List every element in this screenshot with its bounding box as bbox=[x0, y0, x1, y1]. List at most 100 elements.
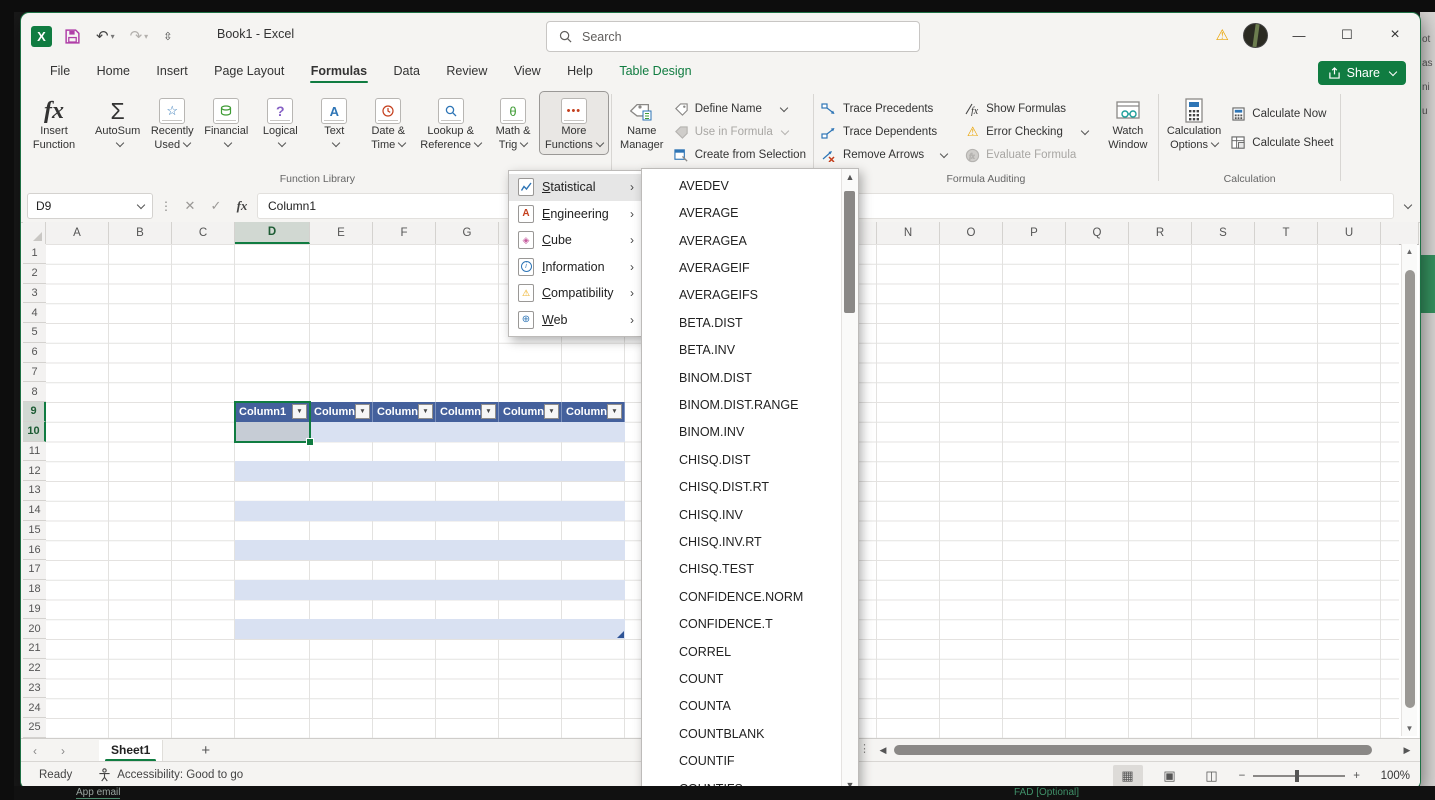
row-header-11[interactable]: 11 bbox=[23, 442, 46, 462]
column-header-F[interactable]: F bbox=[373, 222, 436, 244]
row-header-25[interactable]: 25 bbox=[23, 718, 46, 738]
calculate-now-button[interactable]: Calculate Now bbox=[1226, 104, 1337, 124]
table-header-column2[interactable]: Column2▼ bbox=[310, 402, 373, 422]
name-box[interactable]: D9 bbox=[27, 193, 153, 219]
row-header-21[interactable]: 21 bbox=[23, 639, 46, 659]
table-header-column3[interactable]: Column3▼ bbox=[373, 402, 436, 422]
filter-dropdown-button[interactable]: ▼ bbox=[355, 404, 370, 419]
horizontal-scroll-thumb[interactable] bbox=[894, 745, 1372, 755]
row-header-5[interactable]: 5 bbox=[23, 323, 46, 343]
tab-table-design[interactable]: Table Design bbox=[608, 59, 702, 85]
menu-scroll-thumb[interactable] bbox=[844, 191, 855, 313]
row-header-12[interactable]: 12 bbox=[23, 461, 46, 481]
scroll-up-arrow[interactable]: ▲ bbox=[1402, 244, 1417, 259]
column-header-N[interactable]: N bbox=[877, 222, 940, 244]
minimize-button[interactable]: — bbox=[1282, 21, 1316, 49]
excel-app-icon[interactable]: X bbox=[31, 26, 52, 47]
row-header-3[interactable]: 3 bbox=[23, 284, 46, 304]
add-sheet-button[interactable]: + bbox=[201, 742, 210, 759]
row-header-6[interactable]: 6 bbox=[23, 343, 46, 363]
calculation-options-button[interactable]: Calculation Options bbox=[1162, 92, 1226, 154]
accessibility-status[interactable]: Accessibility: Good to go bbox=[98, 768, 243, 782]
table-header-column4[interactable]: Column4▼ bbox=[436, 402, 499, 422]
function-item-binom.dist.range[interactable]: BINOM.DIST.RANGE bbox=[642, 391, 842, 418]
function-item-averageif[interactable]: AVERAGEIF bbox=[642, 254, 842, 281]
page-layout-view-button[interactable]: ▣ bbox=[1155, 765, 1185, 787]
vertical-scrollbar[interactable]: ▲ ▼ bbox=[1401, 244, 1417, 736]
customize-qat-button[interactable]: ⇳ bbox=[160, 28, 175, 45]
function-item-average[interactable]: AVERAGE bbox=[642, 199, 842, 226]
horizontal-scrollbar-splitter[interactable]: ⋮ bbox=[859, 742, 869, 755]
table-header-column6[interactable]: Column6▼ bbox=[562, 402, 625, 422]
insert-function-fx-button[interactable]: fx bbox=[231, 198, 253, 214]
menu-item-cube[interactable]: ◈ Cube› bbox=[509, 227, 641, 254]
date-time-button[interactable]: Date & Time bbox=[361, 92, 415, 154]
function-item-countif[interactable]: COUNTIF bbox=[642, 748, 842, 775]
trace-precedents-button[interactable]: Trace Precedents bbox=[817, 99, 951, 119]
row-header-24[interactable]: 24 bbox=[23, 698, 46, 718]
function-item-chisq.dist[interactable]: CHISQ.DIST bbox=[642, 446, 842, 473]
column-header-R[interactable]: R bbox=[1129, 222, 1192, 244]
insert-function-button[interactable]: fx Insert Function bbox=[27, 92, 81, 154]
column-header-U[interactable]: U bbox=[1318, 222, 1381, 244]
evaluate-formula-button[interactable]: fx Evaluate Formula bbox=[960, 145, 1092, 165]
row-header-16[interactable]: 16 bbox=[23, 540, 46, 560]
maximize-button[interactable]: ☐ bbox=[1330, 21, 1364, 49]
row-header-20[interactable]: 20 bbox=[23, 619, 46, 639]
next-sheet-button[interactable]: › bbox=[49, 744, 77, 758]
financial-button[interactable]: Financial bbox=[199, 92, 253, 154]
column-header-Q[interactable]: Q bbox=[1066, 222, 1129, 244]
account-avatar[interactable] bbox=[1243, 23, 1268, 48]
menu-item-engineering[interactable]: A Engineering› bbox=[509, 201, 641, 228]
function-item-binom.dist[interactable]: BINOM.DIST bbox=[642, 364, 842, 391]
row-header-15[interactable]: 15 bbox=[23, 521, 46, 541]
row-header-18[interactable]: 18 bbox=[23, 580, 46, 600]
row-header-19[interactable]: 19 bbox=[23, 600, 46, 620]
redo-button[interactable]: ↷▾ bbox=[127, 25, 152, 47]
formula-bar-splitter[interactable]: ⋮ bbox=[157, 199, 175, 213]
row-header-8[interactable]: 8 bbox=[23, 382, 46, 402]
menu-item-compatibility[interactable]: ⚠ Compatibility› bbox=[509, 280, 641, 307]
trace-dependents-button[interactable]: Trace Dependents bbox=[817, 122, 951, 142]
fill-handle[interactable] bbox=[306, 438, 314, 446]
logical-button[interactable]: ? Logical bbox=[253, 92, 307, 154]
prev-sheet-button[interactable]: ‹ bbox=[21, 744, 49, 758]
cancel-entry-button[interactable]: ✕ bbox=[179, 198, 201, 214]
name-manager-button[interactable]: Name Manager bbox=[615, 92, 669, 154]
row-header-14[interactable]: 14 bbox=[23, 501, 46, 521]
column-header-S[interactable]: S bbox=[1192, 222, 1255, 244]
create-from-selection-button[interactable]: Create from Selection bbox=[669, 145, 810, 165]
tab-data[interactable]: Data bbox=[383, 59, 431, 85]
function-item-correl[interactable]: CORREL bbox=[642, 638, 842, 665]
row-header-22[interactable]: 22 bbox=[23, 659, 46, 679]
row-header-9[interactable]: 9 bbox=[23, 402, 46, 422]
filter-dropdown-button[interactable]: ▼ bbox=[607, 404, 622, 419]
undo-button[interactable]: ↶▾ bbox=[93, 25, 118, 47]
menu-item-statistical[interactable]: Statistical› bbox=[509, 174, 641, 201]
watch-window-button[interactable]: Watch Window bbox=[1101, 92, 1155, 154]
row-header-7[interactable]: 7 bbox=[23, 363, 46, 383]
vertical-scroll-thumb[interactable] bbox=[1405, 270, 1415, 708]
zoom-out-button[interactable]: − bbox=[1239, 770, 1246, 782]
confirm-entry-button[interactable]: ✓ bbox=[205, 198, 227, 214]
menu-scrollbar[interactable]: ▲ ▼ bbox=[841, 169, 858, 793]
row-header-13[interactable]: 13 bbox=[23, 481, 46, 501]
function-item-confidence.norm[interactable]: CONFIDENCE.NORM bbox=[642, 583, 842, 610]
scroll-left-arrow[interactable]: ◀ bbox=[876, 745, 890, 756]
filter-dropdown-button[interactable]: ▼ bbox=[481, 404, 496, 419]
menu-item-web[interactable]: ⊕ Web› bbox=[509, 307, 641, 334]
error-checking-button[interactable]: ⚠ Error Checking bbox=[960, 122, 1092, 142]
menu-scroll-up-arrow[interactable]: ▲ bbox=[842, 169, 858, 185]
function-item-count[interactable]: COUNT bbox=[642, 665, 842, 692]
column-header-A[interactable]: A bbox=[46, 222, 109, 244]
function-item-beta.inv[interactable]: BETA.INV bbox=[642, 336, 842, 363]
tab-insert[interactable]: Insert bbox=[145, 59, 198, 85]
function-item-confidence.t[interactable]: CONFIDENCE.T bbox=[642, 611, 842, 638]
search-input[interactable]: Search bbox=[546, 21, 920, 52]
zoom-slider[interactable] bbox=[1253, 775, 1345, 777]
lookup-reference-button[interactable]: Lookup & Reference bbox=[415, 92, 486, 154]
column-header-C[interactable]: C bbox=[172, 222, 235, 244]
function-item-averagea[interactable]: AVERAGEA bbox=[642, 227, 842, 254]
scroll-down-arrow[interactable]: ▼ bbox=[1402, 721, 1417, 736]
function-item-avedev[interactable]: AVEDEV bbox=[642, 172, 842, 199]
